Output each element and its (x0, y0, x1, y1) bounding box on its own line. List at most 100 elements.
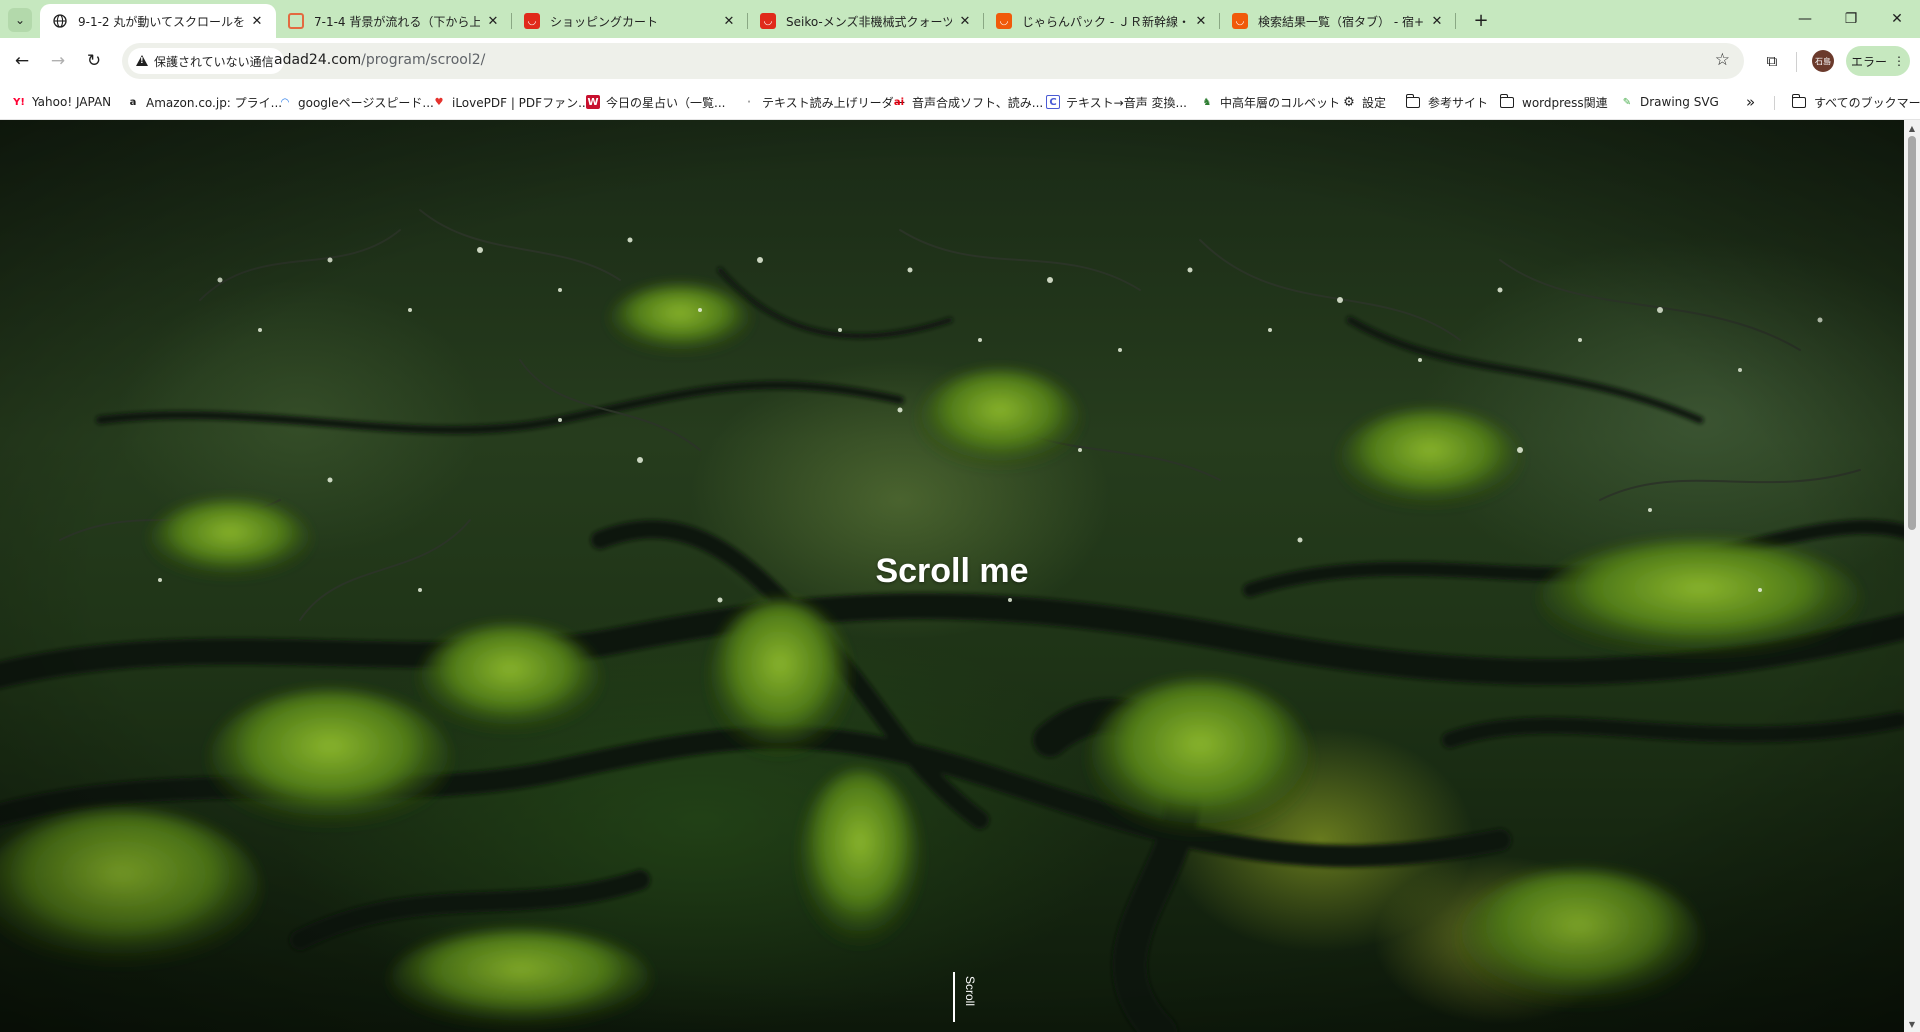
bookmark-label: Drawing SVG (1640, 95, 1719, 109)
bookmark-item[interactable]: ai 音声合成ソフト、読み... (892, 93, 1043, 111)
scroll-label: Scroll (963, 976, 977, 1007)
scroll-indicator[interactable]: Scroll (951, 972, 981, 1032)
close-icon[interactable]: ✕ (248, 12, 266, 30)
hero-title: Scroll me (875, 552, 1029, 590)
tab-seiko-watch[interactable]: ◡ Seiko-メンズ非機械式クォーツ腕時 ✕ (748, 4, 984, 38)
bookmark-label: 音声合成ソフト、読み... (912, 95, 1044, 110)
grid-icon (288, 13, 304, 29)
reload-button[interactable]: ↻ (80, 47, 108, 75)
close-icon[interactable]: ✕ (484, 12, 502, 30)
tab-scroll-prompt[interactable]: 9-1-2 丸が動いてスクロールを促す ✕ (40, 4, 276, 38)
ilovepdf-icon: ♥ (434, 96, 444, 108)
tab-title: 検索結果一覧（宿タブ） - 宿+航 (1258, 14, 1424, 29)
folder-icon (1405, 93, 1420, 108)
bookmark-label: iLovePDF | PDFファン... (452, 95, 590, 110)
bookmark-label: 参考サイト (1428, 95, 1489, 110)
page-viewport[interactable]: Scroll me Scroll (0, 120, 1904, 1032)
jalan-logo-icon: ◡ (996, 13, 1012, 29)
bookmarks-bar: Y! Yahoo! JAPAN a Amazon.co.jp: プライ... ◠ go… (0, 84, 1920, 120)
bookmark-item[interactable]: a Amazon.co.jp: プライ... (126, 93, 282, 111)
bookmark-item[interactable]: C テキスト→音声 変換... (1046, 93, 1187, 111)
bookmark-item[interactable]: ✎ Drawing SVG (1620, 93, 1719, 111)
avatar[interactable]: 石島 (1812, 50, 1834, 72)
reader-icon: · (747, 96, 751, 108)
all-bookmarks-folder[interactable]: すべてのブックマーク (1791, 93, 1920, 111)
forward-button[interactable]: → (44, 47, 72, 75)
vertical-scrollbar[interactable]: ▲ ▼ (1904, 120, 1920, 1032)
minimize-button[interactable]: — (1782, 4, 1828, 34)
extensions-button[interactable]: ⧉ (1758, 47, 1786, 75)
close-window-button[interactable]: ✕ (1874, 4, 1920, 34)
bookmarks-overflow-button[interactable]: » (1746, 93, 1755, 111)
new-tab-button[interactable]: + (1470, 9, 1492, 31)
divider (1774, 96, 1775, 110)
restore-icon: ❐ (1844, 11, 1858, 27)
tab-jalan-pack[interactable]: ◡ じゃらんパック - ＪＲ新幹線・特急 - ✕ (984, 4, 1220, 38)
tab-title: じゃらんパック - ＪＲ新幹線・特急 - (1022, 14, 1188, 29)
yahoo-icon: Y! (13, 96, 25, 108)
browser-window: ⌄ 9-1-2 丸が動いてスクロールを促す ✕ 7-1-4 背景が流れる（下から… (0, 0, 1920, 1032)
plus-icon: + (1473, 9, 1489, 31)
bookmark-item[interactable]: ◠ googleページスピード... (278, 93, 434, 111)
bookmark-folder[interactable]: 参考サイト (1405, 93, 1489, 111)
bookmark-label: 今日の星占い（一覧... (606, 95, 726, 110)
tab-background-flow[interactable]: 7-1-4 背景が流れる（下から上） ✕ (276, 4, 512, 38)
close-icon: ✕ (1891, 11, 1903, 27)
close-icon[interactable]: ✕ (956, 12, 974, 30)
scroll-up-arrow-icon[interactable]: ▲ (1904, 120, 1920, 136)
tab-search-button[interactable]: ⌄ (8, 8, 32, 32)
bookmark-label: 中高年層のコルベット (1220, 95, 1341, 110)
url-text[interactable]: adad24.com/program/scrool2/ (274, 52, 485, 68)
tab-title: Seiko-メンズ非機械式クォーツ腕時 (786, 14, 952, 29)
tab-search-results[interactable]: ◡ 検索結果一覧（宿タブ） - 宿+航 ✕ (1220, 4, 1456, 38)
close-icon[interactable]: ✕ (1192, 12, 1210, 30)
error-label: エラー (1850, 54, 1887, 69)
bookmark-label: googleページスピード... (298, 95, 434, 110)
security-chip[interactable]: 保護されていない通信 (128, 48, 284, 74)
bookmark-folder[interactable]: wordpress関連 (1499, 93, 1608, 111)
folder-icon (1791, 93, 1806, 108)
restore-button[interactable]: ❐ (1828, 4, 1874, 34)
folder-icon (1499, 93, 1514, 108)
shopping-logo-icon: ◡ (760, 13, 776, 29)
scroll-line (953, 972, 955, 1022)
pagespeed-icon: ◠ (281, 96, 289, 108)
bookmark-item[interactable]: · テキスト読み上げリーダー (742, 93, 906, 111)
bookmark-item[interactable]: ♞ 中高年層のコルベット (1200, 93, 1341, 111)
gear-icon: ⚙ (1343, 94, 1355, 110)
arrow-right-icon: → (50, 51, 66, 71)
jalan-logo-icon: ◡ (1232, 13, 1248, 29)
address-bar[interactable]: 保護されていない通信 adad24.com/program/scrool2/ ☆ (122, 43, 1744, 79)
bookmark-star-icon[interactable]: ☆ (1715, 50, 1730, 70)
bookmark-item[interactable]: Y! Yahoo! JAPAN (12, 93, 111, 111)
amazon-icon: a (129, 96, 137, 108)
scroll-down-arrow-icon[interactable]: ▼ (1904, 1016, 1920, 1032)
tab-title: 9-1-2 丸が動いてスクロールを促す (78, 14, 244, 29)
bookmark-label: wordpress関連 (1522, 95, 1608, 110)
bookmark-item[interactable]: ⚙ 設定 (1342, 93, 1386, 111)
tab-title: 7-1-4 背景が流れる（下から上） (314, 14, 480, 29)
close-icon[interactable]: ✕ (720, 12, 738, 30)
bookmark-label: すべてのブックマーク (1814, 95, 1920, 110)
profile-error-button[interactable]: エラー ⋮ (1846, 46, 1910, 76)
bookmark-item[interactable]: W 今日の星占い（一覧... (586, 93, 725, 111)
security-label: 保護されていない通信 (154, 54, 274, 69)
scrollbar-thumb[interactable] (1908, 136, 1916, 530)
arrow-left-icon: ← (14, 51, 30, 71)
svg-icon: ✎ (1622, 96, 1632, 108)
back-button[interactable]: ← (8, 47, 36, 75)
tab-shopping-cart[interactable]: ◡ ショッピングカート ✕ (512, 4, 748, 38)
bookmark-label: Yahoo! JAPAN (32, 95, 112, 109)
tab-strip: ⌄ 9-1-2 丸が動いてスクロールを促す ✕ 7-1-4 背景が流れる（下から… (0, 0, 1920, 38)
minimize-icon: — (1798, 11, 1812, 27)
close-icon[interactable]: ✕ (1428, 12, 1446, 30)
globe-icon (52, 13, 68, 29)
url-host: adad24.com (274, 52, 362, 68)
more-vertical-icon: ⋮ (1893, 54, 1905, 68)
bookmark-item[interactable]: ♥ iLovePDF | PDFファン... (432, 93, 590, 111)
horoscope-icon: W (586, 95, 600, 109)
shopping-logo-icon: ◡ (524, 13, 540, 29)
tab-list: 9-1-2 丸が動いてスクロールを促す ✕ 7-1-4 背景が流れる（下から上）… (40, 4, 1456, 38)
url-path: /program/scrool2/ (361, 52, 486, 68)
bookmark-label: Amazon.co.jp: プライ... (146, 95, 283, 110)
